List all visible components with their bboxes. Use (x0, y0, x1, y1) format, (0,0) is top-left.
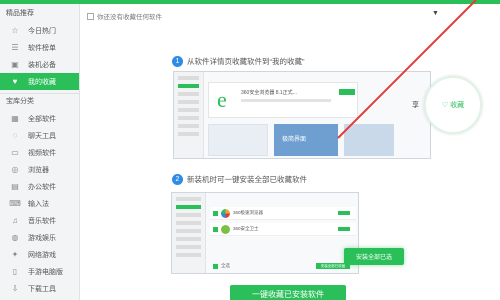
gamepad-icon: ◍ (11, 233, 19, 242)
step-number-badge: 2 (172, 174, 183, 185)
sidebar-item-browsers[interactable]: ◎ 浏览器 (0, 161, 79, 178)
sidebar-item-label: 装机必备 (28, 61, 56, 69)
sidebar-item-label: 视频软件 (28, 149, 56, 157)
screenshot-caption: 极简界面 (282, 137, 307, 143)
sidebar: 精品推荐 ☆ 今日热门 ☰ 软件榜单 ▣ 装机必备 ♥ 我的收藏 宝库分类 ▦ … (0, 4, 80, 300)
sidebar-item-online-games[interactable]: ✦ 网络游戏 (0, 246, 79, 263)
illustration-sidebar (172, 193, 206, 273)
favorite-button-label: 收藏 (450, 102, 465, 109)
sidebar-item-rankings[interactable]: ☰ 软件榜单 (0, 39, 79, 56)
step-text: 新装机时可一键安装全部已收藏软件 (187, 175, 307, 184)
illustration-app-row: 360极速浏览器 (210, 207, 356, 220)
sidebar-item-download-tools[interactable]: ⇩ 下载工具 (0, 280, 79, 297)
notice-text: 你还没有收藏任何软件 (97, 14, 162, 21)
sidebar-item-essentials[interactable]: ▣ 装机必备 (0, 56, 79, 73)
sidebar-item-label: 浏览器 (28, 166, 49, 174)
illustration-pill (338, 211, 350, 215)
step-1: 1 从软件详情页收藏软件到“我的收藏” (172, 56, 305, 67)
illustration-app-row: 360安全卫士 (210, 223, 356, 236)
zoom-callout: ♡ 收藏 (424, 76, 482, 134)
sidebar-item-label: 全部软件 (28, 115, 56, 123)
illustration-sidebar (174, 72, 204, 158)
share-text-partial: 享 (412, 102, 419, 109)
sidebar-item-games-entertainment[interactable]: ◍ 游戏娱乐 (0, 229, 79, 246)
heart-icon: ♥ (12, 77, 18, 86)
collect-installed-software-button[interactable]: 一键收藏已安装软件 (230, 285, 346, 300)
checkbox-checked-icon (213, 210, 218, 216)
illustration-pill (338, 227, 350, 231)
illustration-download-button (339, 89, 355, 95)
sidebar-item-label: 今日热门 (28, 27, 56, 35)
install-all-selected-callout: 安装全部已选 (344, 248, 404, 265)
sidebar-item-mobile-games-pc[interactable]: ▯ 手游电脑版 (0, 263, 79, 280)
illustration-screenshots: 极简界面 (208, 124, 428, 156)
download-icon: ⇩ (11, 284, 19, 293)
illustration-favorite-from-detail: e 360安全浏览器 8.1正式... 极简界面 享 (173, 71, 431, 159)
sidebar-section-title-featured: 精品推荐 (6, 10, 34, 17)
step-2: 2 新装机时可一键安装全部已收藏软件 (172, 174, 307, 185)
sidebar-item-label: 游戏娱乐 (28, 234, 56, 242)
browser-logo-icon: e (217, 87, 227, 112)
app-icon (221, 208, 230, 218)
keyboard-icon: ⌨ (9, 199, 21, 208)
sidebar-item-today-hot[interactable]: ☆ 今日热门 (0, 22, 79, 39)
illustration-one-click-install: 360极速浏览器 360安全卫士 全选 安装全部已收藏 (171, 192, 359, 274)
sidebar-item-label: 聊天工具 (28, 132, 56, 140)
step-text: 从软件详情页收藏软件到“我的收藏” (187, 57, 305, 66)
app-name: 360极速浏览器 (233, 210, 264, 215)
grid-icon: ▦ (11, 114, 19, 123)
sidebar-item-label: 我的收藏 (28, 78, 56, 86)
illustration-footer: 全选 安装全部已收藏 (210, 262, 356, 270)
sidebar-item-music-software[interactable]: ♫ 音乐软件 (0, 212, 79, 229)
screenshot-thumb: 极简界面 (274, 124, 338, 156)
select-all-label: 全选 (221, 263, 230, 268)
sidebar-item-label: 下载工具 (28, 285, 56, 293)
list-icon: ☰ (11, 43, 19, 52)
app-icon (221, 224, 230, 234)
sidebar-item-label: 办公软件 (28, 183, 56, 191)
star-icon: ☆ (11, 26, 19, 35)
sidebar-item-all-software[interactable]: ▦ 全部软件 (0, 110, 79, 127)
video-icon: ▭ (11, 148, 19, 157)
screenshot-thumb (208, 124, 268, 156)
sidebar-item-office-software[interactable]: ▤ 办公软件 (0, 178, 79, 195)
empty-favorites-notice: 你还没有收藏任何软件 (87, 11, 162, 21)
sidebar-item-label: 软件榜单 (28, 44, 56, 52)
chevron-down-icon[interactable]: ▼ (432, 10, 439, 17)
app-name: 360安全卫士 (233, 226, 259, 231)
chat-icon: ◌ (12, 131, 18, 140)
sidebar-item-video-software[interactable]: ▭ 视频软件 (0, 144, 79, 161)
notice-checkbox-icon (87, 12, 94, 20)
illustration-placeholder-bar (241, 99, 331, 102)
sidebar-item-input-method[interactable]: ⌨ 输入法 (0, 195, 79, 212)
globe-icon: ◎ (11, 165, 19, 174)
illustration-app-title: 360安全浏览器 8.1正式... (241, 90, 297, 96)
sidebar-item-label: 网络游戏 (28, 251, 56, 259)
checkbox-checked-icon (213, 226, 218, 232)
checkbox-checked-icon (213, 263, 218, 269)
step-number-badge: 1 (172, 56, 183, 67)
sidebar-item-label: 输入法 (28, 200, 49, 208)
illustration-app-card: e 360安全浏览器 8.1正式... (208, 82, 358, 118)
sidebar-item-my-favorites[interactable]: ♥ 我的收藏 (0, 73, 79, 90)
puzzle-icon: ✦ (11, 250, 19, 259)
sidebar-item-label: 音乐软件 (28, 217, 56, 225)
heart-outline-icon: ♡ (441, 102, 449, 109)
music-icon: ♫ (12, 216, 18, 225)
phone-icon: ▯ (12, 267, 18, 276)
favorite-button: ♡ 收藏 (442, 100, 464, 110)
sidebar-item-label: 手游电脑版 (28, 268, 63, 276)
sidebar-item-chat-tools[interactable]: ◌ 聊天工具 (0, 127, 79, 144)
save-icon: ▣ (11, 60, 19, 69)
sidebar-section-title-categories: 宝库分类 (6, 98, 34, 105)
office-icon: ▤ (11, 182, 19, 191)
screenshot-thumb (344, 124, 394, 156)
